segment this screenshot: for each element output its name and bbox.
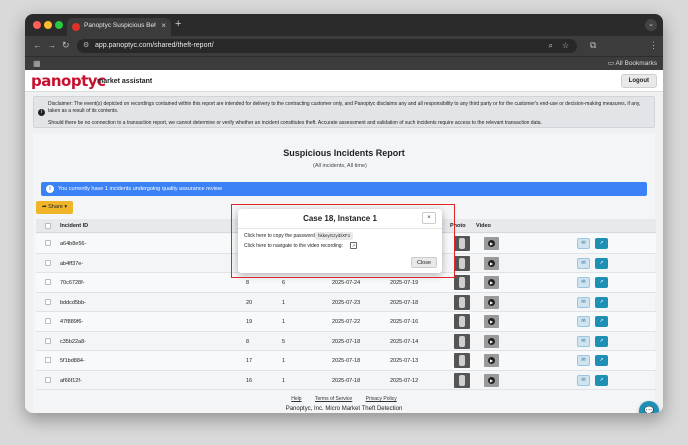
tab-bar: Panoptyc Suspicious Behavi × + ⌄ xyxy=(25,14,663,36)
maximize-window-button[interactable] xyxy=(55,21,63,29)
omnibox[interactable]: ⚙ app.panoptyc.com/shared/theft-report/ … xyxy=(77,39,577,53)
bookmarks-bar: ▦ ▭ All Bookmarks xyxy=(25,56,663,70)
tab-title: Panoptyc Suspicious Behavi xyxy=(84,22,156,29)
bookmark-star-icon[interactable]: ☆ xyxy=(562,41,569,50)
minimize-window-button[interactable] xyxy=(44,21,52,29)
forward-arrow-icon[interactable]: → xyxy=(47,40,56,50)
browser-menu-icon[interactable]: ⋮ xyxy=(649,40,658,51)
all-bookmarks[interactable]: ▭ All Bookmarks xyxy=(608,59,657,67)
zoom-icon[interactable]: ⌕ xyxy=(549,41,553,51)
address-bar-row: ← → ↻ ⚙ app.panoptyc.com/shared/theft-re… xyxy=(25,36,663,56)
all-bookmarks-label: All Bookmarks xyxy=(615,60,657,67)
annotation-highlight-box xyxy=(231,204,455,278)
apps-grid-icon[interactable]: ▦ xyxy=(33,59,41,68)
new-tab-button[interactable]: + xyxy=(175,18,181,30)
panoptyc-favicon-icon xyxy=(72,23,80,31)
tab-search-icon[interactable]: ⌄ xyxy=(645,19,657,31)
site-info-icon[interactable]: ⚙ xyxy=(83,41,89,49)
browser-tab[interactable]: Panoptyc Suspicious Behavi × xyxy=(67,18,171,36)
close-window-button[interactable] xyxy=(33,21,41,29)
tab-close-icon[interactable]: × xyxy=(161,21,166,30)
extensions-icon[interactable]: ⧉ xyxy=(590,40,596,51)
reload-icon[interactable]: ↻ xyxy=(62,40,70,51)
back-arrow-icon[interactable]: ← xyxy=(33,40,42,50)
url-text[interactable]: app.panoptyc.com/shared/theft-report/ xyxy=(95,42,214,49)
